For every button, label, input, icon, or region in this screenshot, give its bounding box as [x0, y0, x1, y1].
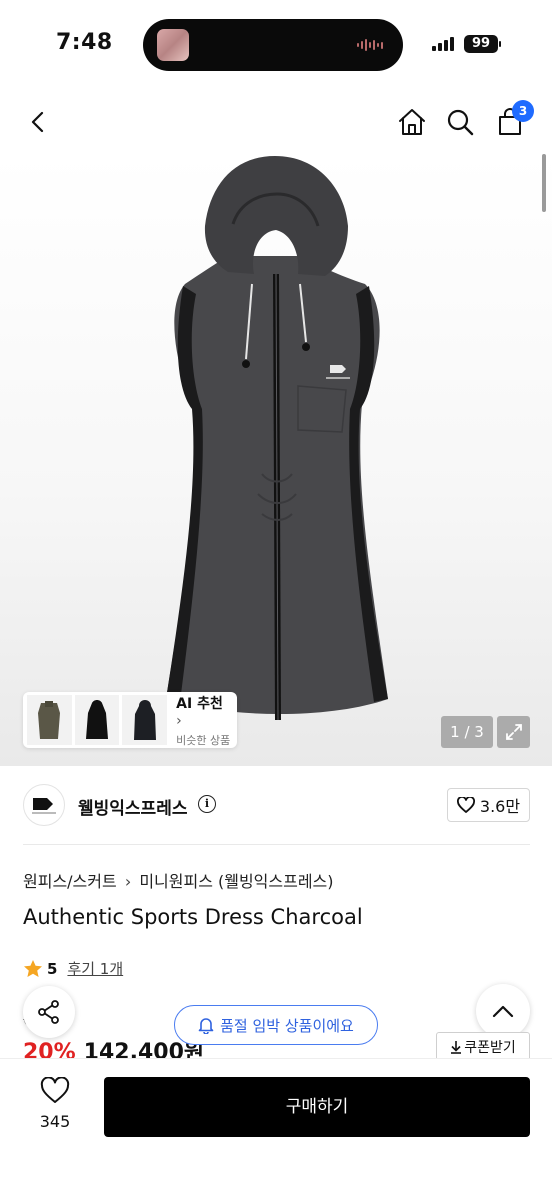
- rating-score: 5: [47, 959, 58, 978]
- breadcrumb-subcategory[interactable]: 미니원피스 (웰빙익스프레스): [139, 872, 333, 891]
- scroll-to-top-button[interactable]: [476, 984, 530, 1038]
- ai-recommend-subtitle: 비슷한 상품: [176, 733, 231, 747]
- recommend-thumb-2[interactable]: [74, 695, 120, 745]
- divider: [23, 844, 530, 845]
- battery-icon: 99: [464, 35, 498, 53]
- wishlist-count: 345: [39, 1112, 71, 1131]
- home-icon: [399, 109, 425, 135]
- rating-row[interactable]: 5 후기 1개: [23, 958, 123, 979]
- review-link[interactable]: 후기 1개: [67, 958, 123, 979]
- brand-name[interactable]: 웰빙익스프레스: [78, 794, 187, 819]
- ai-recommendation-card[interactable]: AI 추천 › 비슷한 상품: [23, 692, 237, 748]
- breadcrumb: 원피스/스커트 › 미니원피스 (웰빙익스프레스): [23, 868, 334, 892]
- dynamic-island: [143, 19, 403, 71]
- status-time: 7:48: [56, 30, 113, 55]
- brand-like-button[interactable]: 3.6만: [447, 788, 530, 822]
- now-playing-thumbnail: [157, 29, 189, 61]
- home-button[interactable]: [392, 102, 432, 142]
- heart-icon: [456, 797, 475, 813]
- image-counter: 1 / 3: [441, 716, 493, 748]
- low-stock-alert[interactable]: 품절 임박 상품이에요: [174, 1005, 378, 1045]
- audio-wave-icon: [357, 39, 387, 51]
- ai-recommend-title: AI 추천: [176, 695, 223, 712]
- share-icon: [38, 1000, 59, 1024]
- bell-icon: [198, 1018, 214, 1034]
- brand-row: 웰빙익스프레스 i 3.6만: [0, 766, 552, 846]
- top-nav: 3: [0, 90, 552, 154]
- breadcrumb-separator-icon: ›: [124, 872, 132, 891]
- breadcrumb-category[interactable]: 원피스/스커트: [23, 872, 117, 891]
- share-button[interactable]: [23, 986, 75, 1038]
- info-icon[interactable]: i: [198, 795, 216, 813]
- search-button[interactable]: [440, 102, 480, 142]
- signal-icon: [432, 37, 454, 51]
- heart-icon: [40, 1076, 70, 1103]
- recommend-thumb-3[interactable]: [122, 695, 168, 745]
- star-icon: [24, 960, 42, 977]
- cart-button[interactable]: 3: [490, 100, 534, 142]
- brand-logo[interactable]: [23, 784, 65, 826]
- buy-button[interactable]: 구매하기: [104, 1077, 530, 1137]
- chevron-right-icon: ›: [176, 712, 182, 729]
- fullscreen-button[interactable]: [497, 716, 530, 748]
- ai-recommend-text[interactable]: AI 추천 › 비슷한 상품: [176, 693, 233, 748]
- search-icon: [447, 109, 474, 136]
- brand-logo-mark: [32, 798, 56, 814]
- back-button[interactable]: [18, 102, 58, 142]
- wishlist-button[interactable]: 345: [28, 1076, 82, 1131]
- cart-count-badge: 3: [512, 100, 534, 122]
- product-image: [166, 156, 388, 721]
- coupon-label: 쿠폰받기: [464, 1040, 516, 1056]
- product-title: Authentic Sports Dress Charcoal: [23, 905, 363, 929]
- low-stock-alert-text: 품절 임박 상품이에요: [220, 1016, 354, 1035]
- chevron-left-icon: [31, 111, 44, 133]
- expand-icon: [505, 724, 522, 740]
- product-image-gallery[interactable]: AI 추천 › 비슷한 상품 1 / 3: [0, 154, 552, 766]
- brand-like-count: 3.6만: [479, 797, 521, 816]
- recommend-thumb-1[interactable]: [27, 695, 72, 745]
- chevron-up-icon: [492, 1005, 514, 1018]
- battery-tip: [499, 41, 501, 47]
- status-bar: 7:48 99: [0, 0, 552, 90]
- bottom-action-bar: 345 구매하기: [0, 1058, 552, 1200]
- download-icon: [451, 1041, 462, 1054]
